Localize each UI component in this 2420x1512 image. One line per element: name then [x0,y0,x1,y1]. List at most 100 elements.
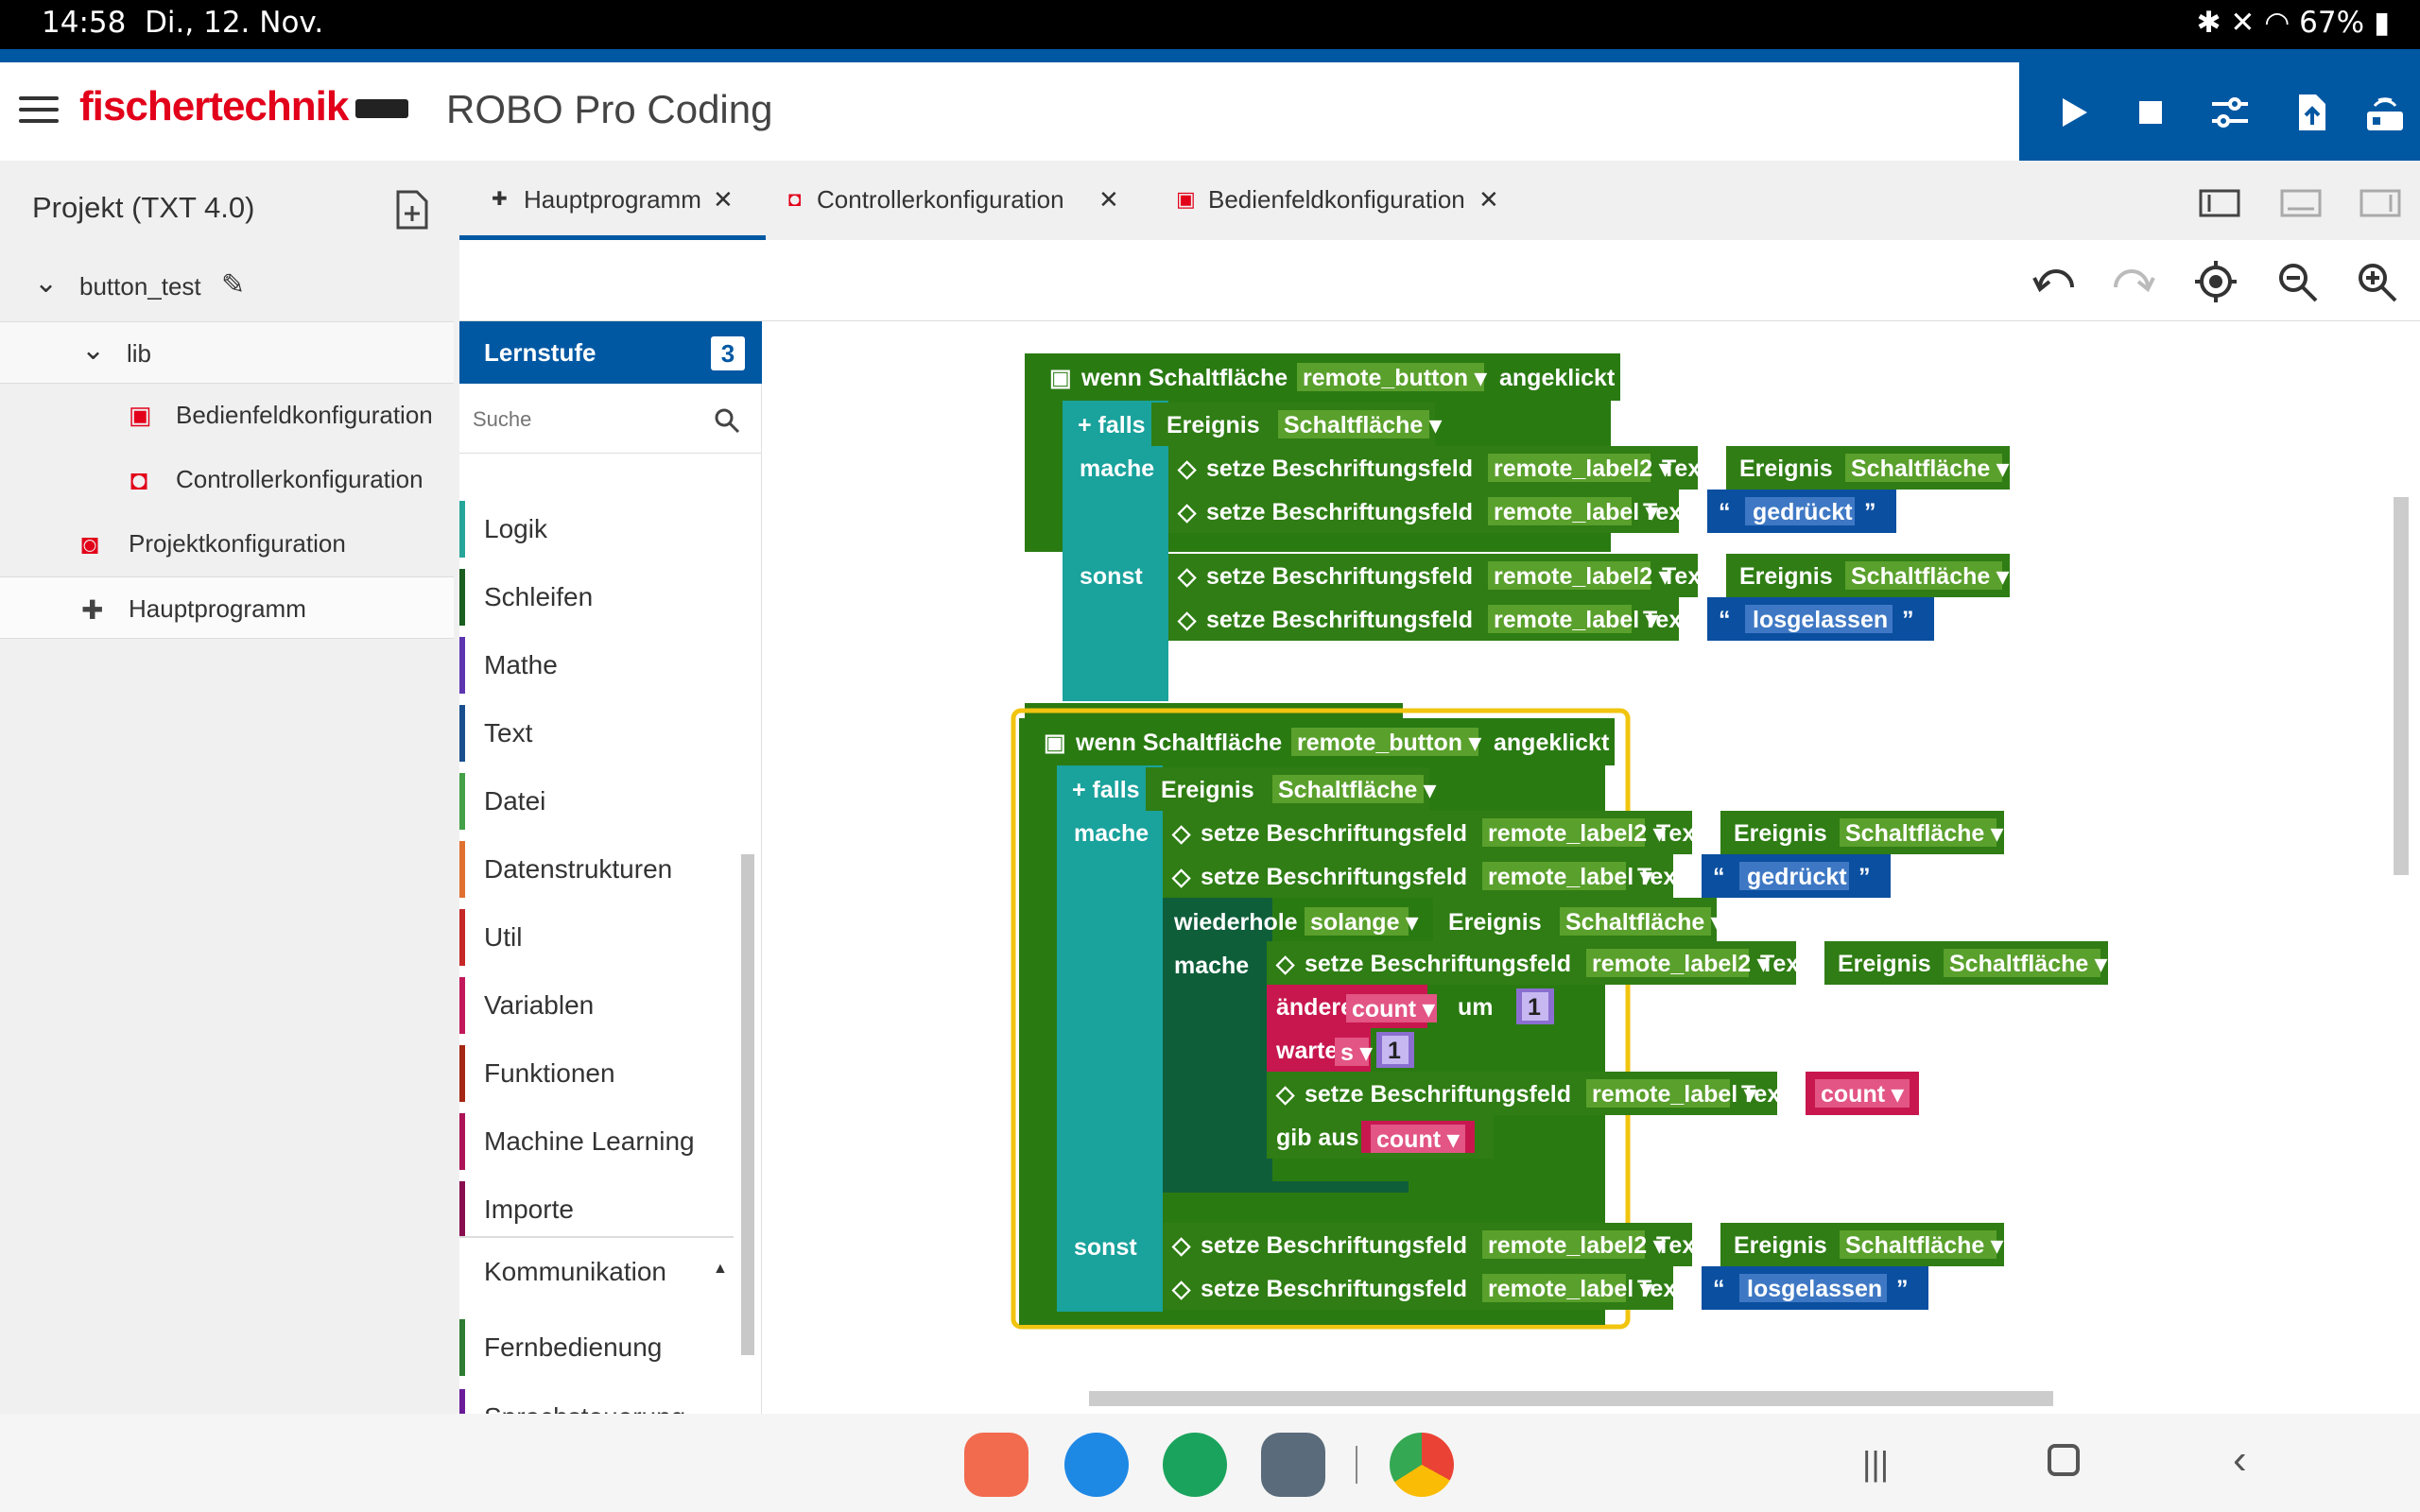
block-label: setze Beschriftungsfeld [1206,563,1473,590]
lernstufe-badge: 3 [711,336,745,370]
vertical-scrollbar[interactable] [2394,497,2409,875]
contacts-app-icon[interactable] [964,1433,1028,1497]
block-label: mache [1074,820,1149,847]
layout-left-icon[interactable] [2199,189,2240,217]
chevron-down-icon[interactable]: ⌄ [81,334,105,367]
category-schleifen[interactable]: Schleifen [459,569,734,626]
mute-icon: ✕ [2230,6,2256,40]
category-label: Logik [484,514,547,543]
tree-item-bedienfeldkonfiguration[interactable]: ▣ Bedienfeldkonfiguration [0,384,454,446]
remote-icon: ▣ [1176,187,1196,211]
category-kommunikation[interactable]: Kommunikation ▲ [459,1244,734,1300]
upload-icon[interactable] [2288,89,2335,136]
label-dropdown-label: remote_label ▾ [1488,1276,1653,1302]
tab-controllerkonfiguration[interactable]: ◘ Controllerkonfiguration ✕ [783,161,1132,240]
category-text[interactable]: Text [459,705,734,762]
chevron-down-icon[interactable]: ⌄ [34,266,58,300]
lernstufe-selector[interactable]: Lernstufe 3 [459,321,762,384]
tab-bedienfeldkonfiguration[interactable]: ▣ Bedienfeldkonfiguration ✕ [1176,161,1535,240]
tree-item-projektkonfiguration[interactable]: ◙ Projektkonfiguration [0,512,454,575]
close-icon[interactable]: ✕ [1098,185,1119,215]
solange-dropdown-label: solange ▾ [1310,909,1419,936]
horizontal-scrollbar[interactable] [1089,1391,2053,1406]
palette-scrollbar[interactable] [741,854,754,1355]
category-datenstrukturen[interactable]: Datenstrukturen [459,841,734,898]
category-datei[interactable]: Datei [459,773,734,830]
event-handler-bottom-2[interactable] [1019,1312,1605,1325]
category-label: Variablen [484,990,595,1020]
phone-app-icon[interactable] [1163,1433,1227,1497]
unit-dropdown-label: s ▾ [1340,1040,1374,1066]
stop-icon[interactable] [2127,89,2174,136]
tag-icon: ◇ [1171,1276,1191,1302]
close-icon[interactable]: ✕ [1478,185,1499,215]
home-icon[interactable] [2048,1444,2080,1476]
category-mathe[interactable]: Mathe [459,637,734,694]
category-label: Funktionen [484,1058,615,1088]
block-label: ” [1902,607,1914,633]
category-sprachsteuerung[interactable]: Sprachsteuerung [459,1389,734,1414]
event-icon: ▣ [1049,365,1072,391]
category-variablen[interactable]: Variablen [459,977,734,1034]
settings-sliders-icon[interactable] [2206,89,2254,136]
block-label: Text [1741,1081,1789,1108]
block-label: setze Beschriftungsfeld [1201,864,1467,890]
recenter-icon[interactable] [2193,259,2238,304]
divider [459,1236,734,1238]
undo-icon[interactable] [2031,263,2078,301]
battery-icon: ▮ [2373,6,2390,40]
recent-apps-icon[interactable]: ||| [1862,1444,1889,1484]
block-label: setze Beschriftungsfeld [1201,820,1467,847]
category-machine-learning[interactable]: Machine Learning [459,1113,734,1170]
add-file-icon[interactable] [395,189,429,231]
block-canvas[interactable]: ▣ wenn Schaltfläche remote_button ▾ angekli… [762,321,2420,1414]
layout-right-icon[interactable] [2360,189,2401,217]
tag-icon: ◇ [1275,1081,1295,1108]
tree-item-lib[interactable]: ⌄ lib [0,321,454,384]
search-input[interactable] [473,401,700,438]
falls-block-2[interactable] [1057,765,1163,1314]
back-icon[interactable]: ‹ [2233,1436,2247,1484]
tree-item-controllerkonfiguration[interactable]: ◘ Controllerkonfiguration [0,448,454,510]
edit-pencil-icon[interactable]: ✎ [221,268,245,301]
search-icon[interactable] [713,406,741,435]
block-label: Text [1656,1232,1703,1259]
block-label: Ereignis [1734,820,1827,847]
controller-icon[interactable] [2361,89,2409,136]
category-label: Text [484,718,533,747]
close-icon[interactable]: ✕ [713,185,734,215]
zoom-out-icon[interactable] [2274,259,2320,304]
controller-config-icon: ◘ [130,465,148,496]
tree-item-hauptprogramm[interactable]: ✚ Hauptprogramm [0,576,454,639]
block-label: wiederhole [1173,909,1298,936]
block-label: “ [1713,864,1725,890]
redo-icon[interactable] [2110,263,2157,301]
block-label: “ [1713,1276,1725,1302]
category-util[interactable]: Util [459,909,734,966]
bluetooth-icon: ✱ [2196,6,2221,40]
label-dropdown-label: remote_label2 ▾ [1592,951,1771,977]
apps-grid-icon[interactable] [1261,1433,1325,1497]
schaltflaeche-dropdown-label: Schaltfläche ▾ [1851,563,2010,590]
block-label: um [1458,994,1494,1021]
loop-bottom[interactable] [1163,1181,1409,1193]
play-icon[interactable] [2049,89,2097,136]
tree-item-project[interactable]: ⌄ button_test ✎ [0,255,454,318]
messages-app-icon[interactable] [1064,1433,1129,1497]
tab-hauptprogramm[interactable]: ✚ Hauptprogramm ✕ [459,161,766,240]
chrome-app-icon[interactable] [1390,1433,1454,1497]
block-label: + falls [1078,412,1146,438]
collapse-icon[interactable]: ▲ [713,1261,728,1278]
zoom-in-icon[interactable] [2354,259,2399,304]
category-funktionen[interactable]: Funktionen [459,1045,734,1102]
category-importe[interactable]: Importe [459,1181,734,1238]
category-logik[interactable]: Logik [459,501,734,558]
blockly-workspace[interactable]: ▣ wenn Schaltfläche remote_button ▾ angekli… [762,321,2420,1414]
editor-tabs: ✚ Hauptprogramm ✕ ◘ Controllerkonfigurat… [459,161,2420,240]
category-fernbedienung[interactable]: Fernbedienung [459,1319,734,1376]
block-label: Text [1662,455,1709,482]
wiederhole-solange-block[interactable] [1163,898,1272,1181]
block-label: ” [1896,1276,1909,1302]
menu-icon[interactable] [19,96,59,127]
layout-bottom-icon[interactable] [2280,189,2322,217]
